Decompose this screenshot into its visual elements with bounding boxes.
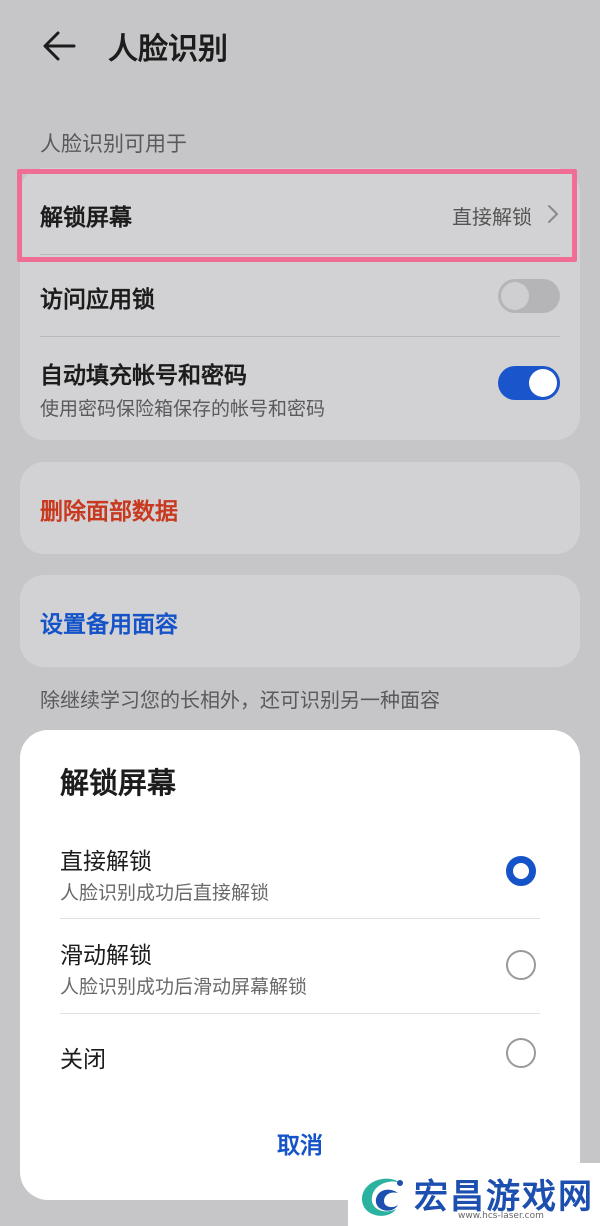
autofill-toggle[interactable] (498, 366, 560, 400)
unlock-mode-sheet: 解锁屏幕 直接解锁 人脸识别成功后直接解锁 滑动解锁 人脸识别成功后滑动屏幕解锁… (20, 730, 580, 1200)
watermark: 宏昌游戏网 www.hcs-laser.com (348, 1163, 600, 1226)
back-arrow-icon[interactable] (40, 26, 80, 66)
delete-face-data-card[interactable]: 删除面部数据 (20, 462, 580, 554)
autofill-label: 自动填充帐号和密码 (40, 363, 247, 389)
app-lock-toggle[interactable] (498, 279, 560, 313)
toggle-knob (501, 282, 529, 310)
option-off[interactable]: 关闭 (60, 1030, 540, 1080)
option-label: 滑动解锁 (60, 943, 152, 969)
app-lock-label: 访问应用锁 (40, 287, 155, 313)
autofill-row[interactable]: 自动填充帐号和密码 使用密码保险箱保存的帐号和密码 (40, 336, 560, 440)
cancel-button[interactable]: 取消 (20, 1126, 580, 1160)
option-direct-unlock[interactable]: 直接解锁 人脸识别成功后直接解锁 (60, 838, 540, 918)
sheet-title: 解锁屏幕 (60, 766, 177, 800)
alternate-face-button[interactable]: 设置备用面容 (40, 605, 178, 639)
radio-unselected-icon[interactable] (506, 950, 536, 980)
highlight-box (17, 169, 577, 262)
option-sublabel: 人脸识别成功后滑动屏幕解锁 (60, 976, 308, 998)
delete-face-data-button[interactable]: 删除面部数据 (40, 492, 178, 526)
header: 人脸识别 (0, 0, 600, 92)
page-title: 人脸识别 (108, 32, 228, 67)
toggle-knob (529, 369, 557, 397)
radio-unselected-icon[interactable] (506, 1038, 536, 1068)
divider (60, 1013, 540, 1014)
dragon-logo-icon (362, 1178, 403, 1216)
alternate-face-card[interactable]: 设置备用面容 (20, 575, 580, 667)
option-swipe-unlock[interactable]: 滑动解锁 人脸识别成功后滑动屏幕解锁 (60, 934, 540, 1014)
radio-selected-icon[interactable] (506, 856, 536, 886)
option-label: 直接解锁 (60, 849, 152, 875)
alternate-face-note: 除继续学习您的长相外，还可识别另一种面容 (40, 688, 440, 712)
section-label: 人脸识别可用于 (40, 132, 187, 156)
divider (60, 918, 540, 919)
option-sublabel: 人脸识别成功后直接解锁 (60, 882, 270, 904)
option-label: 关闭 (60, 1047, 106, 1073)
autofill-sublabel: 使用密码保险箱保存的帐号和密码 (40, 398, 326, 420)
app-lock-row[interactable]: 访问应用锁 (40, 254, 560, 336)
watermark-url: www.hcs-laser.com (458, 1211, 544, 1221)
